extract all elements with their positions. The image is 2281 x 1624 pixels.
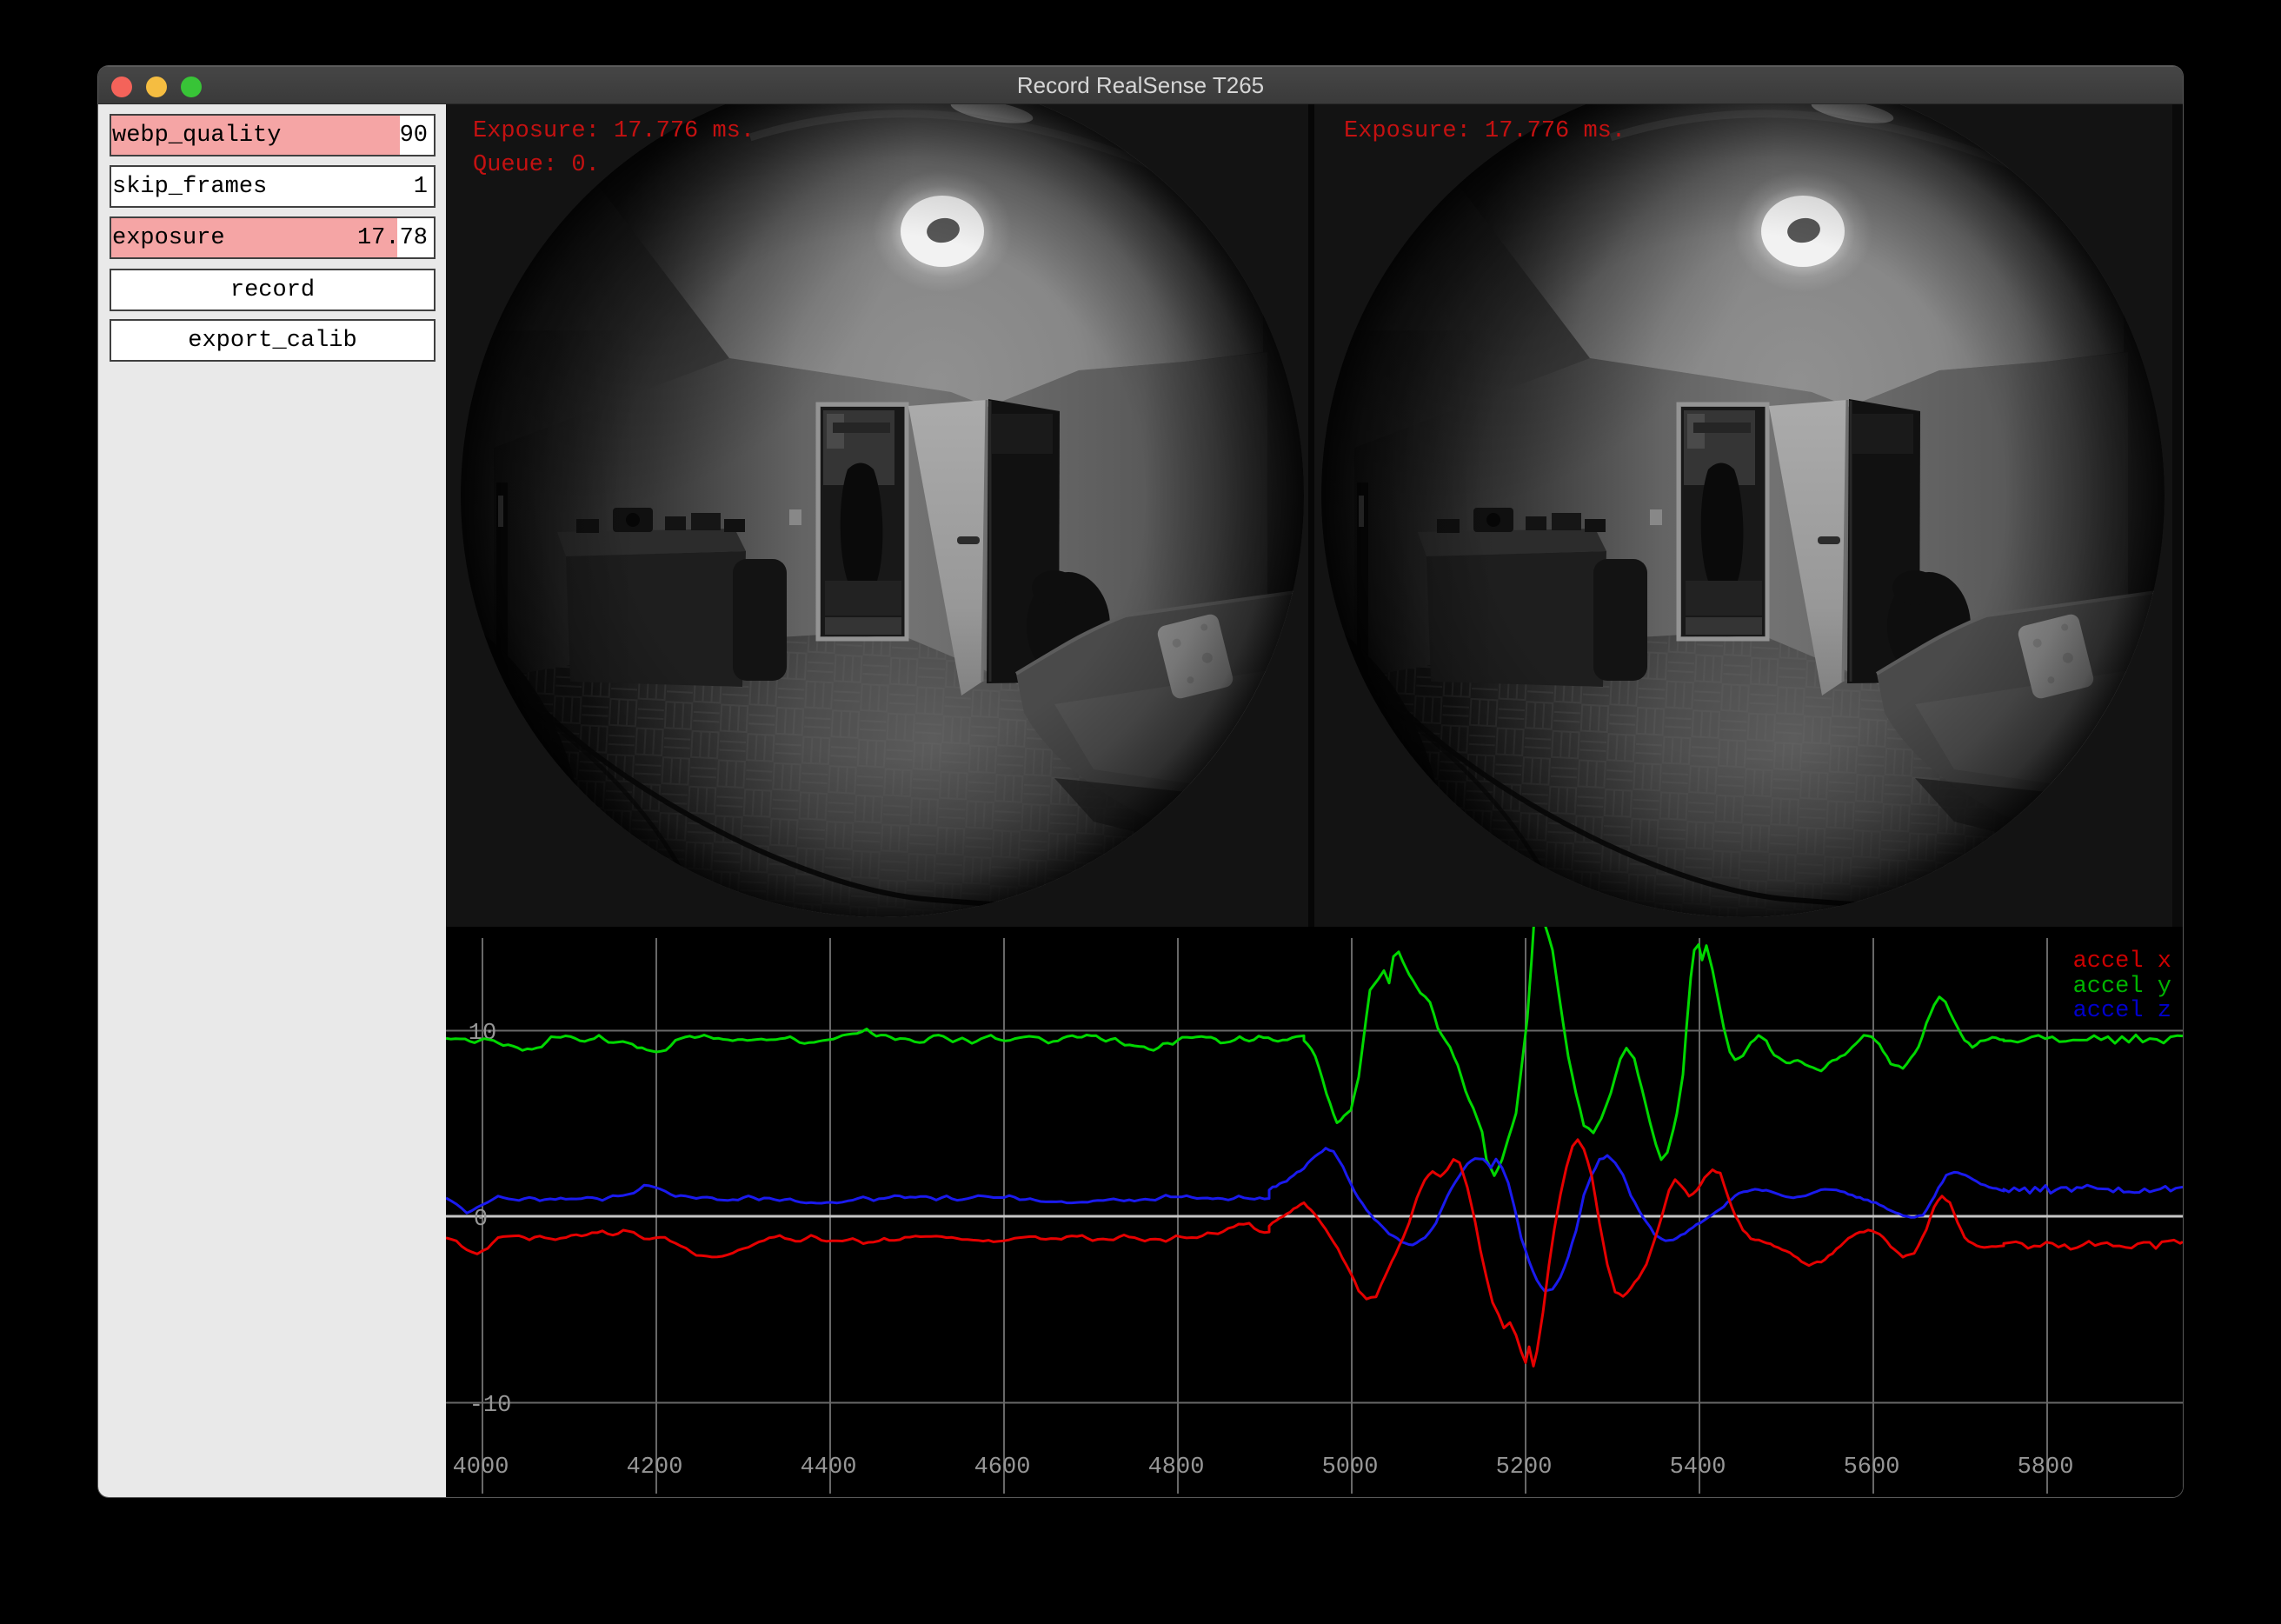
svg-text:accel z: accel z bbox=[2073, 998, 2171, 1024]
svg-text:4600: 4600 bbox=[974, 1454, 1031, 1481]
svg-text:4400: 4400 bbox=[801, 1454, 857, 1481]
svg-text:5800: 5800 bbox=[2018, 1454, 2074, 1481]
svg-text:4200: 4200 bbox=[627, 1454, 683, 1481]
svg-text:Queue: 0.: Queue: 0. bbox=[473, 152, 600, 178]
svg-text:Exposure: 17.776 ms.: Exposure: 17.776 ms. bbox=[1344, 118, 1626, 144]
svg-text:4800: 4800 bbox=[1148, 1454, 1205, 1481]
svg-text:5200: 5200 bbox=[1496, 1454, 1553, 1481]
svg-text:accel y: accel y bbox=[2073, 974, 2171, 1000]
svg-text:-10: -10 bbox=[469, 1393, 512, 1419]
svg-text:5600: 5600 bbox=[1844, 1454, 1900, 1481]
svg-text:5000: 5000 bbox=[1322, 1454, 1379, 1481]
svg-text:4000: 4000 bbox=[453, 1454, 509, 1481]
svg-text:0: 0 bbox=[474, 1207, 488, 1233]
svg-text:Exposure: 17.776 ms.: Exposure: 17.776 ms. bbox=[473, 118, 755, 144]
svg-text:accel x: accel x bbox=[2073, 948, 2171, 975]
svg-text:5400: 5400 bbox=[1670, 1454, 1726, 1481]
